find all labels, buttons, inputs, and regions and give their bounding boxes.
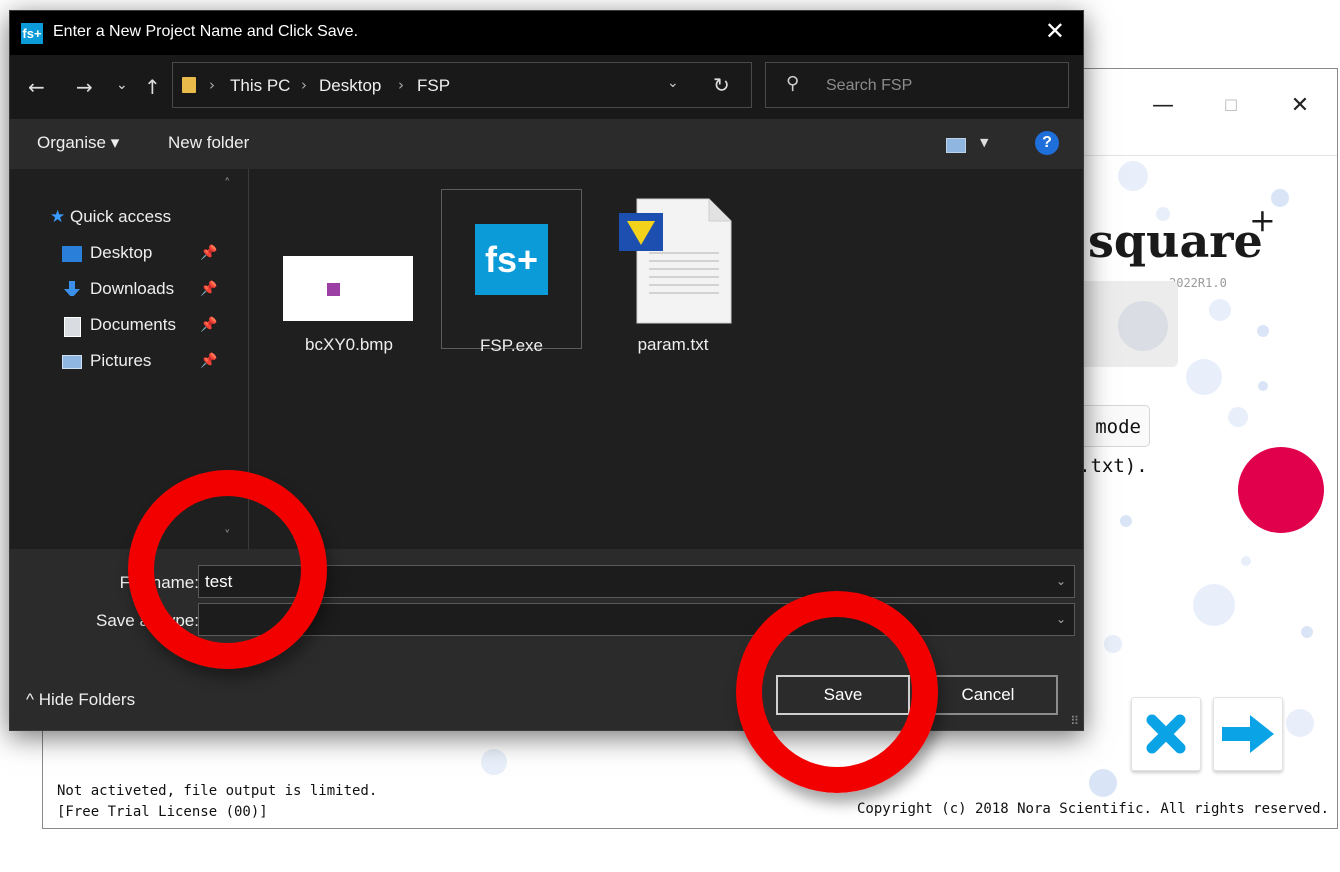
status-line-1: Not activeted, file output is limited. <box>57 783 378 799</box>
search-input[interactable]: Search FSP <box>826 77 912 95</box>
file-item-fsp-exe[interactable]: fs+ FSP.exe <box>441 189 582 355</box>
file-name-input[interactable]: test ⌄ <box>198 565 1075 598</box>
highlight-ring-file-name <box>128 470 327 669</box>
app-image-panel <box>1068 281 1178 367</box>
back-arrow-icon[interactable]: ← <box>28 75 45 99</box>
document-icon <box>64 317 81 337</box>
download-arrow-icon <box>64 281 80 296</box>
breadcrumb-this-pc[interactable]: This PC <box>230 76 290 96</box>
file-list: bcXY0.bmp fs+ FSP.exe param.txt <box>249 169 1083 549</box>
folder-icon <box>182 77 196 93</box>
license-status: Not activeted, file output is limited. [… <box>57 781 377 823</box>
breadcrumb-separator-icon: › <box>398 76 404 94</box>
pin-icon[interactable]: 📌 <box>200 245 217 261</box>
refresh-icon[interactable]: ↻ <box>713 73 730 97</box>
search-box[interactable]: ⚲ Search FSP <box>765 62 1069 108</box>
next-arrow-button[interactable] <box>1213 697 1283 771</box>
text-file-icon <box>619 198 732 324</box>
address-bar[interactable]: › This PC › Desktop › FSP ⌄ ↻ <box>172 62 752 108</box>
highlight-ring-save-button <box>736 591 938 793</box>
file-name: FSP.exe <box>479 336 543 355</box>
star-icon: ★ <box>50 207 66 227</box>
maximize-button[interactable]: ☐ <box>1211 89 1251 123</box>
dialog-title-bar: fs+ Enter a New Project Name and Click S… <box>10 11 1083 55</box>
cancel-x-button[interactable] <box>1131 697 1201 771</box>
app-close-button[interactable]: ✕ <box>1280 89 1320 123</box>
chevron-down-icon[interactable]: ⌄ <box>1056 604 1066 635</box>
navigation-bar: ← → ⌄ ↑ › This PC › Desktop › FSP ⌄ ↻ ⚲ … <box>10 55 1083 119</box>
up-arrow-icon[interactable]: ↑ <box>144 75 161 99</box>
pin-icon[interactable]: 📌 <box>200 317 217 333</box>
param-hint-text: .txt). <box>1079 455 1148 477</box>
new-folder-button[interactable]: New folder <box>168 133 249 153</box>
copyright-text: Copyright (c) 2018 Nora Scientific. All … <box>856 801 1329 817</box>
hide-folders-toggle[interactable]: ^ Hide Folders <box>26 690 135 710</box>
app-logo-plus: + <box>1249 201 1276 239</box>
breadcrumb-separator-icon: › <box>209 76 215 94</box>
sidebar-item-label: Desktop <box>90 243 153 262</box>
fs-plus-app-icon: fs+ <box>475 224 548 295</box>
dialog-close-button[interactable]: ✕ <box>1045 17 1065 45</box>
status-indicator-dot <box>1238 447 1324 533</box>
desktop-icon <box>62 246 82 262</box>
sidebar-item-label: Documents <box>90 315 176 334</box>
file-item-param-txt[interactable]: param.txt <box>603 189 743 354</box>
pin-icon[interactable]: 📌 <box>200 353 217 369</box>
dialog-toolbar: Organise ▾ New folder ▼ ? <box>10 119 1083 169</box>
x-icon <box>1146 714 1186 754</box>
save-as-type-select[interactable]: ⌄ <box>198 603 1075 636</box>
sidebar-item-quick-access[interactable]: ★ Quick access <box>50 207 171 227</box>
file-name: bcXY0.bmp <box>305 335 393 354</box>
nav-scroll-up-icon[interactable]: ˄ <box>224 177 231 192</box>
bitmap-thumbnail <box>283 256 413 321</box>
view-dropdown-chevron-icon[interactable]: ▼ <box>980 136 988 149</box>
fs-plus-app-icon: fs+ <box>21 23 43 44</box>
file-item-bcxy0-bmp[interactable]: bcXY0.bmp <box>283 189 415 354</box>
cancel-button[interactable]: Cancel <box>918 675 1058 715</box>
status-line-2: [Free Trial License (00)] <box>57 804 268 820</box>
breadcrumb-desktop[interactable]: Desktop <box>319 76 381 96</box>
search-icon: ⚲ <box>786 73 800 94</box>
breadcrumb-fsp[interactable]: FSP <box>417 76 450 96</box>
dialog-title: Enter a New Project Name and Click Save. <box>53 23 359 40</box>
file-name: param.txt <box>637 335 709 354</box>
resize-grip-icon[interactable]: ⠿ <box>1070 714 1079 728</box>
picture-icon <box>62 355 82 369</box>
address-dropdown-chevron-icon[interactable]: ⌄ <box>667 75 679 91</box>
chevron-down-icon[interactable]: ⌄ <box>1056 566 1066 597</box>
view-mode-icon[interactable] <box>946 138 966 153</box>
app-logo-text: square <box>1088 214 1263 268</box>
help-icon[interactable]: ? <box>1035 131 1059 155</box>
sidebar-item-label: Downloads <box>90 279 175 298</box>
sidebar-item-label: Quick access <box>69 207 172 226</box>
forward-arrow-icon[interactable]: → <box>76 75 93 99</box>
minimize-button[interactable]: — <box>1143 89 1183 123</box>
right-arrow-icon <box>1222 715 1274 753</box>
breadcrumb-separator-icon: › <box>301 76 307 94</box>
pin-icon[interactable]: 📌 <box>200 281 217 297</box>
recent-locations-chevron-icon[interactable]: ⌄ <box>116 73 128 97</box>
organise-menu-button[interactable]: Organise ▾ <box>37 133 119 153</box>
sidebar-item-label: Pictures <box>90 351 152 370</box>
